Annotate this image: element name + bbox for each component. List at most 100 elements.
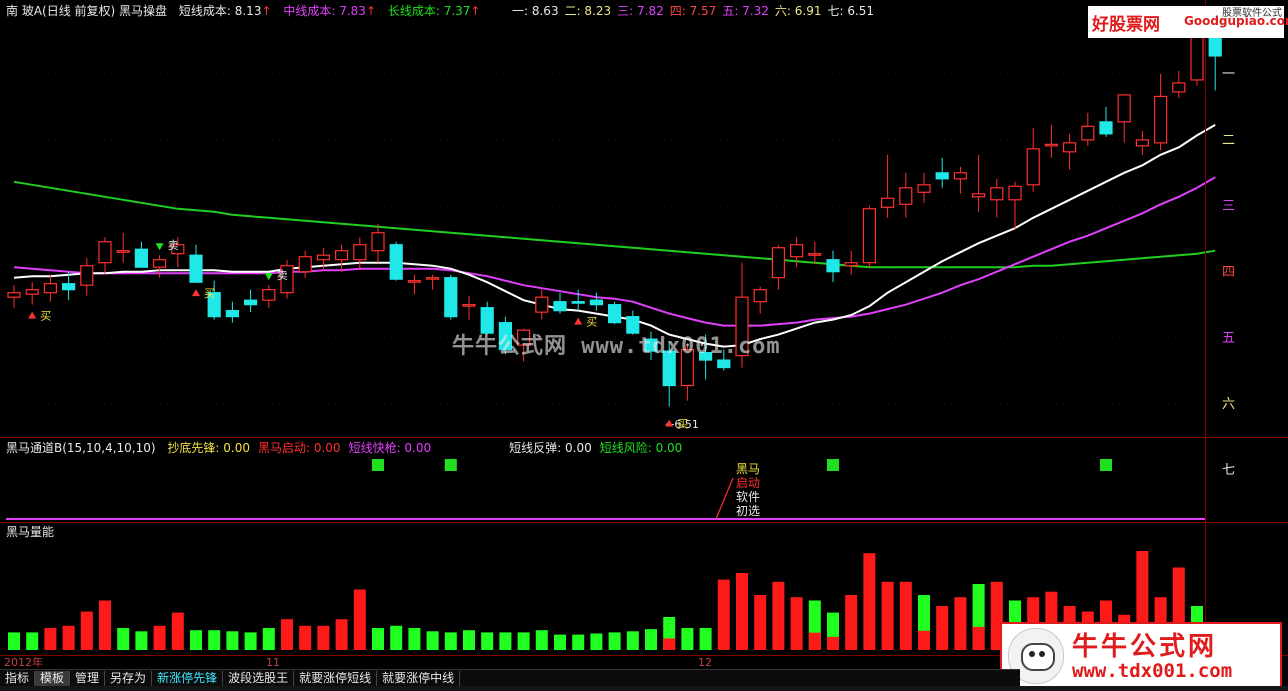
candle-body-48	[880, 197, 895, 208]
volume-bar-47	[863, 553, 876, 650]
volume-bar-24	[444, 632, 457, 650]
watermark-center: 牛牛公式网 www.tdx001.com	[452, 334, 781, 359]
candle-body-13	[244, 299, 258, 306]
tab-7[interactable]: 就要涨停中线	[377, 671, 461, 686]
annotation-text-2: 软件	[736, 490, 760, 504]
tab-6[interactable]: 就要涨停短线	[294, 671, 378, 686]
volume-bar-39	[717, 579, 730, 650]
watermark-top: 好股票网 Goodgupiao.com 股票软件公式	[1088, 6, 1288, 38]
candle-body-61	[1117, 94, 1131, 123]
volume-bar-10	[190, 630, 202, 650]
candle-body-42	[771, 247, 786, 279]
indicator3-name: 黑马量能	[6, 525, 55, 539]
volume-bar-34	[626, 631, 639, 650]
volume-bar-9	[171, 612, 184, 650]
candle-body-14	[262, 289, 276, 301]
candle-body-54	[990, 187, 1004, 201]
volume-bar-37	[681, 628, 694, 650]
candle-body-59	[1081, 125, 1095, 141]
candle-body-5	[98, 241, 112, 264]
level-axis: 一二三四五六七	[1222, 67, 1235, 478]
panel-divider-2	[0, 522, 1288, 523]
buy-arrow-icon-3	[574, 317, 583, 325]
indicator2-item-4: 短线风险: 0.00	[599, 441, 683, 455]
volume-bar-base-45	[827, 636, 839, 650]
candle-body-32	[589, 299, 604, 306]
buy-label-0: 买	[40, 310, 51, 323]
volume-bar-33	[608, 632, 621, 650]
volume-bar-11	[208, 630, 221, 650]
volume-bar-12	[226, 631, 239, 650]
volume-bar-46	[845, 595, 858, 650]
candle-body-60	[1099, 121, 1113, 135]
risk-signal-0	[372, 459, 384, 471]
volume-bar-49	[899, 581, 912, 650]
candle-body-49	[899, 187, 913, 205]
candle-body-3	[61, 283, 76, 291]
volume-bar-26	[481, 632, 494, 650]
candle-body-16	[298, 256, 312, 273]
candle-body-19	[353, 244, 367, 261]
volume-bar-31	[572, 634, 585, 650]
tab-1[interactable]: 模板	[35, 671, 71, 686]
candle-body-45	[826, 259, 840, 273]
candle-body-29	[535, 296, 549, 313]
volume-bar-8	[153, 625, 166, 650]
candle-body-47	[862, 208, 877, 264]
buy-label-3: 买	[586, 316, 597, 329]
date-label-1: 11	[266, 656, 280, 669]
level-label-5: 五	[1222, 331, 1235, 346]
annotation-text-1: 启动	[736, 476, 760, 490]
volume-bar-18	[335, 619, 348, 650]
tab-4[interactable]: 新涨停先锋	[152, 671, 224, 686]
candle-body-44	[808, 253, 822, 256]
volume-bar-1	[26, 632, 39, 650]
candle-body-33	[607, 304, 622, 324]
volume-bar-32	[590, 633, 603, 650]
candle-body-24	[444, 277, 458, 318]
candle-body-4	[80, 265, 94, 286]
indicator2-header: 黑马通道B(15,10,4,10,10) 抄底先锋: 0.00 黑马启动: 0.0…	[6, 441, 690, 455]
template-tab-bar: 指标 模板 管理 另存为 新涨停先锋 波段选股王 就要涨停短线 就要涨停中线	[0, 669, 1020, 687]
risk-signal-2	[827, 459, 839, 471]
tab-5[interactable]: 波段选股王	[223, 671, 295, 686]
tab-2[interactable]: 管理	[70, 671, 106, 686]
risk-signal-3	[1100, 459, 1112, 471]
volume-bar-48	[881, 581, 894, 650]
volume-bar-base-44	[808, 632, 821, 650]
volume-bar-25	[463, 630, 475, 650]
volume-bar-base-36	[663, 638, 676, 650]
candle-body-1	[25, 289, 39, 295]
ma-long-series	[13, 180, 1216, 269]
candle-body-41	[753, 289, 767, 303]
buy-label-2: 买	[677, 418, 688, 431]
level-label-7: 七	[1222, 463, 1235, 478]
date-label-2: 12	[698, 656, 712, 669]
tab-3[interactable]: 另存为	[105, 671, 153, 686]
candle-body-30	[553, 301, 567, 312]
date-label-0: 2012年	[4, 656, 43, 669]
volume-bar-base-53	[972, 626, 985, 650]
sell-label-1: 卖	[277, 269, 288, 282]
buy-label-1: 买	[204, 287, 215, 300]
indicator2-plot: 黑马启动软件初选	[6, 459, 1205, 520]
volume-bar-30	[554, 634, 566, 650]
candle-body-63	[1153, 95, 1168, 144]
candle-body-10	[189, 254, 203, 283]
candle-body-2	[43, 283, 58, 294]
volume-bar-20	[372, 628, 384, 650]
sell-arrow-icon-1	[264, 273, 273, 281]
indicator2-item-0: 抄底先锋: 0.00	[167, 441, 250, 455]
volume-bar-2	[44, 628, 57, 650]
level-label-1: 一	[1222, 67, 1235, 82]
volume-bar-21	[390, 625, 403, 650]
tab-0[interactable]: 指标	[0, 671, 36, 686]
candle-body-22	[407, 280, 421, 283]
level-label-4: 四	[1222, 265, 1235, 280]
candle-body-0	[7, 292, 21, 298]
right-axis-line	[1205, 0, 1206, 655]
candle-body-58	[1062, 142, 1077, 153]
volume-bar-52	[954, 597, 967, 650]
candle-body-6	[116, 250, 130, 253]
candle-body-12	[225, 310, 239, 318]
